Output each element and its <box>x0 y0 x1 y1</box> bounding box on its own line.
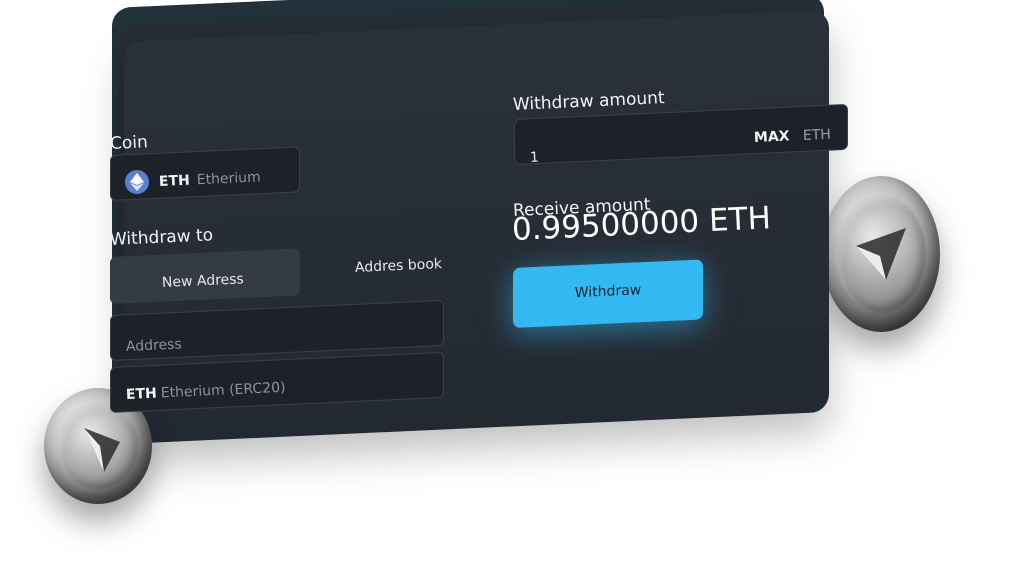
tab-address-book[interactable]: Addres book <box>355 256 443 276</box>
scene: Coin ETH Etherium Withdraw to New Adress … <box>0 0 1010 571</box>
ethereum-coin-left <box>44 388 152 504</box>
ethereum-icon <box>856 228 906 280</box>
max-button[interactable]: MAX <box>754 128 790 146</box>
eth-coin-icon <box>125 170 149 194</box>
coin-symbol: ETH <box>158 172 191 190</box>
withdraw-amount-label: Withdraw amount <box>512 88 666 115</box>
ethereum-icon <box>84 428 120 472</box>
withdraw-amount-value: 1 <box>529 149 540 166</box>
address-placeholder: Address <box>125 336 183 355</box>
withdraw-amount-input[interactable] <box>514 103 848 165</box>
ethereum-coin-right <box>822 176 940 332</box>
coin-label: Coin <box>109 132 149 154</box>
amount-unit: ETH <box>802 126 832 144</box>
withdraw-button-label: Withdraw <box>574 282 642 302</box>
withdraw-to-label: Withdraw to <box>109 225 214 250</box>
coin-name: Etherium <box>196 169 262 189</box>
withdraw-button[interactable]: Withdraw <box>513 259 703 328</box>
